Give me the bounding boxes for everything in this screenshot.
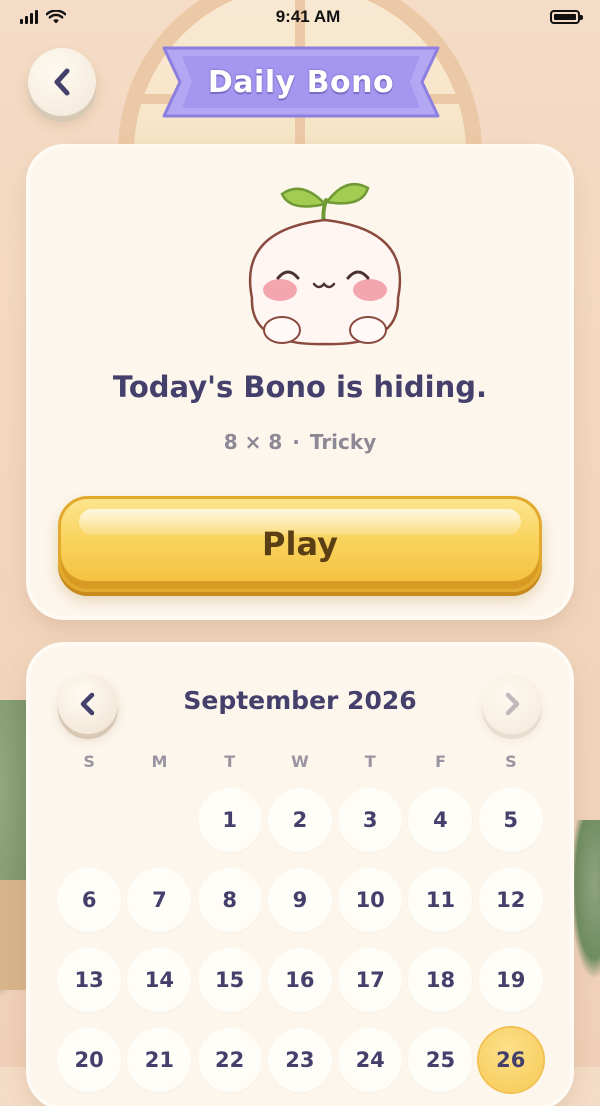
back-button[interactable] <box>28 48 96 116</box>
calendar-day[interactable]: 19 <box>478 948 543 1012</box>
calendar-blank-cell <box>57 788 121 852</box>
calendar-day[interactable]: 12 <box>478 868 543 932</box>
calendar-day[interactable]: 6 <box>57 868 122 932</box>
daily-status-message: Today's Bono is hiding. <box>112 370 488 404</box>
battery-icon <box>550 10 583 24</box>
calendar-day[interactable]: 5 <box>478 788 543 852</box>
cellular-signal-icon <box>20 10 38 24</box>
calendar-days-grid: 1 2 3 4 5 6 7 8 9 10 11 12 13 14 15 16 17 18 19 20 21 22 23 24 2… <box>54 788 546 1092</box>
calendar-day[interactable]: 3 <box>338 788 403 852</box>
meta-separator: · <box>292 430 300 454</box>
background-pot-left <box>0 880 30 990</box>
weekday-label: F <box>435 752 447 771</box>
weekday-label: M <box>151 752 168 771</box>
bono-mascot-illustration <box>248 183 402 346</box>
calendar-day[interactable]: 9 <box>267 868 332 932</box>
weekday-label: T <box>224 752 236 771</box>
calendar-day[interactable]: 2 <box>267 788 332 852</box>
calendar-day[interactable]: 18 <box>408 948 473 1012</box>
status-icons-left <box>20 10 66 24</box>
calendar-day[interactable]: 16 <box>267 948 332 1012</box>
status-time: 9:41 AM <box>275 7 341 26</box>
calendar-blank-cell <box>127 788 191 852</box>
grid-size-label: 8 × 8 <box>223 430 283 454</box>
weekday-label: T <box>364 752 376 771</box>
status-bar: 9:41 AM <box>0 0 600 34</box>
wifi-icon <box>46 10 66 24</box>
weekday-label: W <box>291 752 309 771</box>
difficulty-label: Tricky <box>309 430 377 454</box>
calendar-day[interactable]: 10 <box>338 868 403 932</box>
page-title: Daily Bono <box>207 64 395 100</box>
background-plant-right <box>570 820 600 980</box>
calendar-day[interactable]: 22 <box>197 1028 262 1092</box>
calendar-day[interactable]: 20 <box>57 1028 122 1092</box>
chevron-right-icon <box>505 692 520 716</box>
next-month-button[interactable] <box>482 674 542 734</box>
calendar-day[interactable]: 1 <box>197 788 262 852</box>
weekday-label: S <box>83 752 95 771</box>
play-button[interactable]: Play <box>58 496 542 592</box>
title-banner: Daily Bono <box>160 44 442 120</box>
play-button-label: Play <box>262 525 338 563</box>
calendar-day[interactable]: 13 <box>57 948 122 1012</box>
calendar-card: September 2026 S M T W T F S 1 2 3 4 5 6 7 8 9 10… <box>30 646 570 1106</box>
daily-puzzle-card: Today's Bono is hiding. 8 × 8 · Tricky Pla… <box>30 148 570 616</box>
calendar-day[interactable]: 4 <box>408 788 473 852</box>
calendar-day[interactable]: 17 <box>338 948 403 1012</box>
calendar-day[interactable]: 23 <box>267 1028 332 1092</box>
calendar-day-today[interactable]: 26 <box>478 1028 543 1092</box>
weekday-label: S <box>505 752 517 771</box>
calendar-day[interactable]: 14 <box>127 948 192 1012</box>
calendar-day[interactable]: 25 <box>408 1028 473 1092</box>
calendar-day[interactable]: 7 <box>127 868 192 932</box>
chevron-left-icon <box>54 68 70 96</box>
calendar-day[interactable]: 8 <box>197 868 262 932</box>
calendar-day[interactable]: 11 <box>408 868 473 932</box>
calendar-day[interactable]: 21 <box>127 1028 192 1092</box>
calendar-day[interactable]: 24 <box>338 1028 403 1092</box>
weekday-header-row: S M T W T F S <box>54 752 546 771</box>
calendar-day[interactable]: 15 <box>197 948 262 1012</box>
puzzle-meta: 8 × 8 · Tricky <box>30 430 570 454</box>
